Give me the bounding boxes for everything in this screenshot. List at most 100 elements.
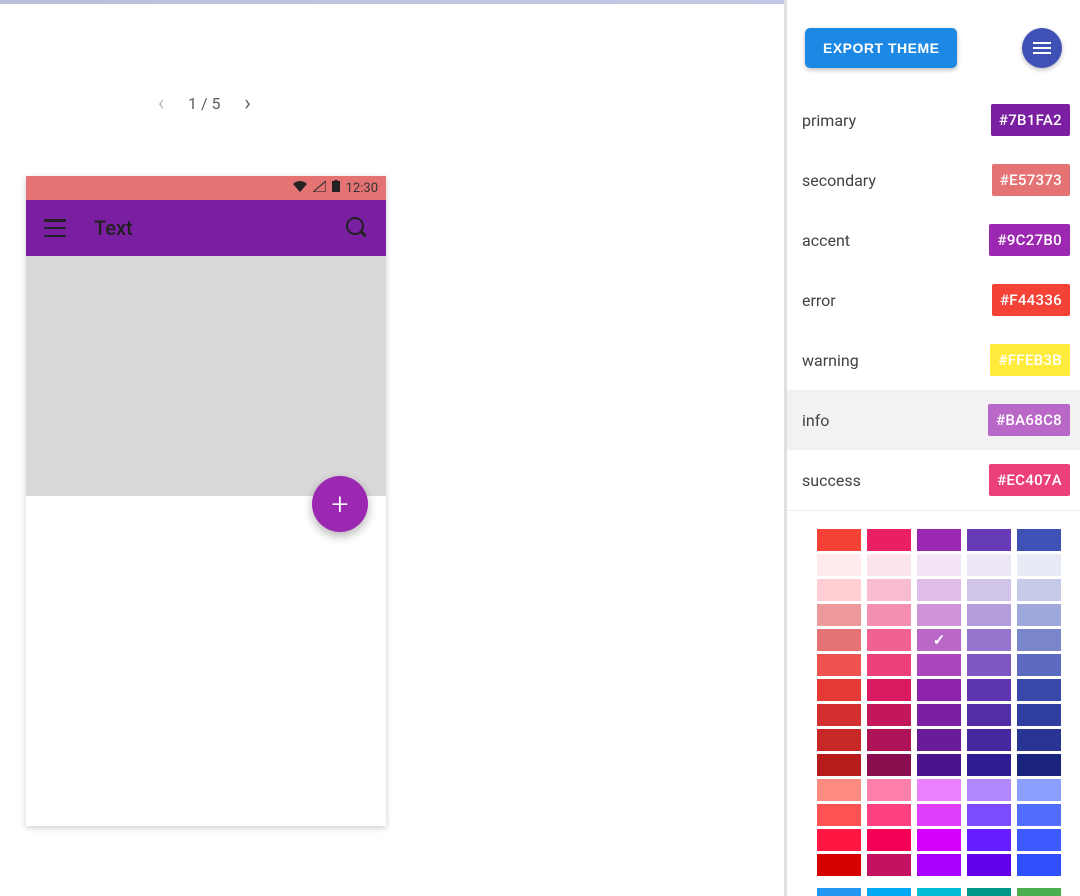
picker-cell[interactable] <box>867 804 911 826</box>
sidebar-menu-button[interactable] <box>1022 28 1062 68</box>
picker-cell[interactable] <box>817 654 861 676</box>
picker-cell[interactable] <box>817 604 861 626</box>
picker-cell[interactable] <box>967 704 1011 726</box>
picker-cell[interactable] <box>967 754 1011 776</box>
search-icon[interactable] <box>346 217 368 239</box>
picker-header-cell[interactable] <box>917 529 961 551</box>
theme-row-accent[interactable]: accent #9C27B0 <box>787 210 1080 270</box>
theme-row-swatch: #9C27B0 <box>989 224 1070 256</box>
picker-cell[interactable] <box>867 779 911 801</box>
picker-header-cell[interactable] <box>917 888 961 896</box>
pager-prev[interactable]: ‹ <box>152 95 170 113</box>
picker-cell[interactable] <box>1017 654 1061 676</box>
picker-cell[interactable] <box>817 854 861 876</box>
picker-cell[interactable] <box>1017 579 1061 601</box>
picker-cell[interactable] <box>1017 604 1061 626</box>
picker-cell[interactable] <box>1017 804 1061 826</box>
picker-header-cell[interactable] <box>1017 888 1061 896</box>
theme-row-warning[interactable]: warning#FFEB3B <box>787 330 1080 390</box>
picker-cell[interactable] <box>967 579 1011 601</box>
picker-cell[interactable] <box>817 804 861 826</box>
picker-cell[interactable] <box>967 729 1011 751</box>
picker-header-cell[interactable] <box>867 888 911 896</box>
picker-cell[interactable] <box>1017 704 1061 726</box>
picker-cell[interactable] <box>967 854 1011 876</box>
theme-row-secondary[interactable]: secondary#E57373 <box>787 150 1080 210</box>
fab-add-button[interactable]: + <box>312 476 368 532</box>
picker-cell[interactable] <box>1017 679 1061 701</box>
picker-cell[interactable] <box>817 729 861 751</box>
theme-row-swatch: #7B1FA2 <box>991 104 1070 136</box>
picker-cell[interactable] <box>1017 854 1061 876</box>
picker-cell[interactable] <box>917 704 961 726</box>
picker-cell[interactable] <box>867 654 911 676</box>
picker-cell[interactable] <box>967 554 1011 576</box>
pager-next[interactable]: › <box>239 95 257 113</box>
picker-cell[interactable] <box>917 554 961 576</box>
picker-cell[interactable] <box>967 629 1011 651</box>
picker-cell[interactable] <box>867 854 911 876</box>
picker-cell[interactable] <box>967 779 1011 801</box>
picker-cell[interactable] <box>867 554 911 576</box>
picker-cell[interactable] <box>1017 554 1061 576</box>
picker-header-cell[interactable] <box>967 888 1011 896</box>
picker-cell[interactable] <box>867 704 911 726</box>
theme-row-label: accent <box>802 231 850 250</box>
picker-cell[interactable] <box>917 829 961 851</box>
picker-cell[interactable] <box>1017 779 1061 801</box>
picker-cell[interactable] <box>917 579 961 601</box>
picker-cell[interactable] <box>917 679 961 701</box>
theme-row-label: warning <box>802 351 859 370</box>
top-strip-deco <box>0 0 784 4</box>
picker-cell[interactable] <box>967 604 1011 626</box>
sidebar: EXPORT THEME primary#7B1FA2secondary#E57… <box>784 0 1080 896</box>
picker-cell[interactable] <box>867 829 911 851</box>
picker-header-cell[interactable] <box>817 888 861 896</box>
picker-cell[interactable] <box>867 579 911 601</box>
picker-cell[interactable] <box>867 629 911 651</box>
picker-cell[interactable] <box>817 554 861 576</box>
picker-cell[interactable] <box>1017 729 1061 751</box>
picker-cell[interactable] <box>867 729 911 751</box>
picker-cell[interactable] <box>1017 754 1061 776</box>
picker-cell[interactable] <box>967 804 1011 826</box>
picker-cell[interactable] <box>867 754 911 776</box>
picker-cell[interactable] <box>917 804 961 826</box>
picker-cell[interactable] <box>917 729 961 751</box>
picker-header-cell[interactable] <box>1017 529 1061 551</box>
picker-cell[interactable] <box>1017 829 1061 851</box>
picker-cell[interactable] <box>917 654 961 676</box>
picker-cell[interactable] <box>817 754 861 776</box>
picker-cell[interactable] <box>817 829 861 851</box>
picker-cell[interactable] <box>967 679 1011 701</box>
picker-cell[interactable] <box>817 629 861 651</box>
picker-cell[interactable] <box>1017 629 1061 651</box>
phone-hero-placeholder <box>26 256 386 496</box>
phone-preview: 12:30 Text + <box>26 176 386 826</box>
picker-cell[interactable] <box>867 604 911 626</box>
theme-row-primary[interactable]: primary#7B1FA2 <box>787 90 1080 150</box>
picker-header-cell[interactable] <box>867 529 911 551</box>
picker-cell[interactable] <box>917 754 961 776</box>
picker-cell[interactable] <box>917 779 961 801</box>
picker-cell[interactable] <box>817 704 861 726</box>
theme-row-label: secondary <box>802 171 876 190</box>
picker-cell[interactable] <box>917 854 961 876</box>
preview-panel: ‹ 1 / 5 › 12:30 Text + <box>0 0 784 896</box>
picker-cell[interactable] <box>967 829 1011 851</box>
color-picker[interactable] <box>787 510 1080 896</box>
picker-header-cell[interactable] <box>967 529 1011 551</box>
picker-cell[interactable] <box>817 779 861 801</box>
hamburger-icon[interactable] <box>44 219 66 237</box>
theme-row-info[interactable]: info#BA68C8 <box>787 390 1080 450</box>
picker-cell[interactable] <box>867 679 911 701</box>
theme-row-error[interactable]: error#F44336 <box>787 270 1080 330</box>
picker-cell[interactable] <box>917 604 961 626</box>
theme-row-success[interactable]: success#EC407A <box>787 450 1080 510</box>
export-theme-button[interactable]: EXPORT THEME <box>805 28 957 68</box>
picker-cell[interactable] <box>817 579 861 601</box>
picker-cell[interactable] <box>817 679 861 701</box>
picker-cell[interactable] <box>917 629 961 651</box>
picker-cell[interactable] <box>967 654 1011 676</box>
picker-header-cell[interactable] <box>817 529 861 551</box>
